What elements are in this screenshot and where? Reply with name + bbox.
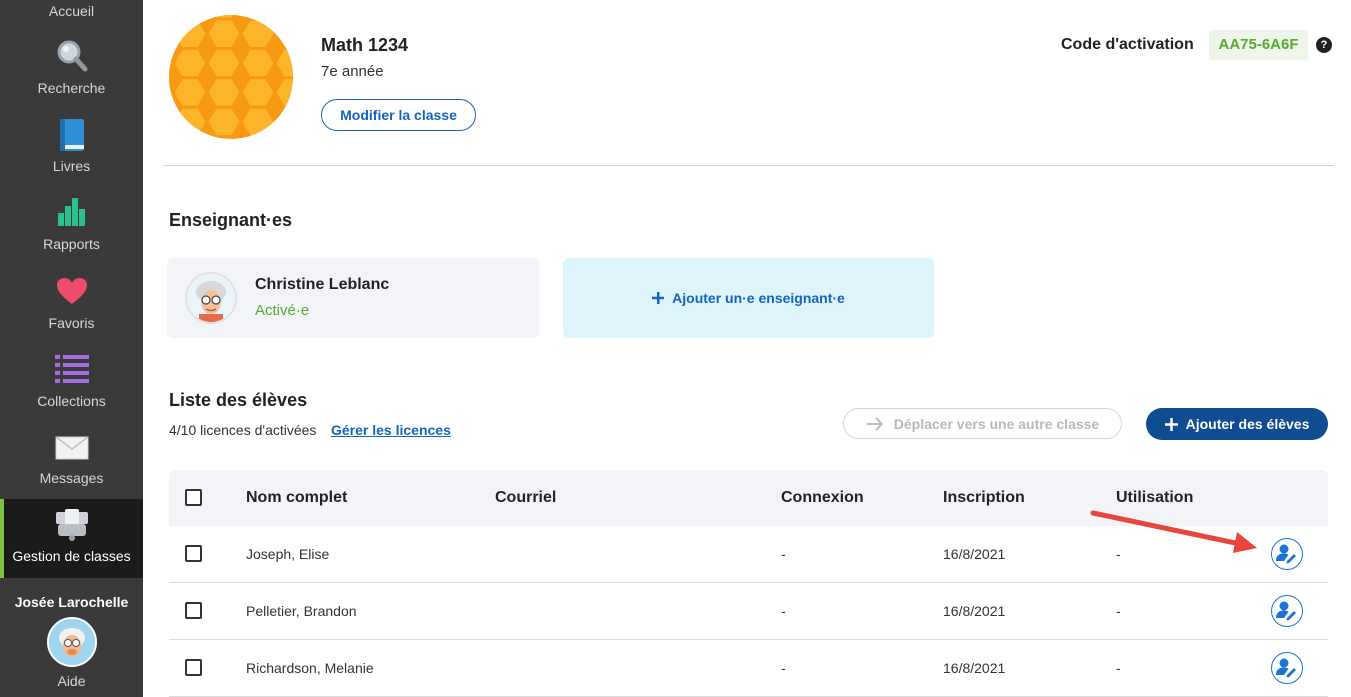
sidebar-item-messages[interactable]: Messages (0, 436, 143, 486)
move-label: Déplacer vers une autre classe (893, 415, 1100, 432)
avatar-icon (48, 619, 95, 665)
heart-icon (56, 278, 87, 304)
student-usage: - (1116, 603, 1121, 619)
sidebar-item-label: Recherche (37, 80, 106, 96)
class-management-icon (55, 509, 88, 541)
plus-icon (1164, 417, 1178, 431)
help-label[interactable]: Aide (0, 673, 143, 689)
sidebar: Accueil Recherche Livres Rapports Favori… (0, 0, 143, 697)
add-teacher-button[interactable]: Ajouter un·e enseignant·e (563, 258, 934, 338)
teachers-title: Enseignant·es (169, 210, 293, 230)
edit-student-button[interactable] (1271, 595, 1303, 627)
book-icon (59, 119, 84, 151)
table-row: Pelletier, Brandon - 16/8/2021 - (169, 583, 1328, 640)
student-signup: 16/8/2021 (943, 660, 1006, 676)
edit-user-icon (1276, 658, 1296, 678)
search-icon (57, 40, 87, 72)
column-header[interactable]: Nom complet (246, 489, 347, 507)
sidebar-item-accueil[interactable]: Accueil (0, 0, 143, 30)
teacher-card: Christine Leblanc Activé·e (167, 258, 539, 338)
bar-chart-icon (57, 198, 85, 226)
class-grade: 7e année (321, 63, 384, 80)
teacher-avatar (185, 272, 237, 324)
plus-icon (652, 292, 665, 304)
sidebar-item-recherche[interactable]: Recherche (0, 38, 143, 96)
sidebar-item-gestion-de-classes[interactable]: Gestion de classes (0, 499, 143, 578)
manage-licenses-link[interactable]: Gérer les licences (331, 422, 451, 438)
edit-user-icon (1276, 601, 1296, 621)
student-name: Pelletier, Brandon (246, 603, 357, 619)
edit-student-button[interactable] (1271, 652, 1303, 684)
sidebar-item-label: Messages (39, 470, 104, 486)
header-divider (163, 165, 1334, 166)
edit-user-icon (1276, 544, 1296, 564)
add-students-button[interactable]: Ajouter des élèves (1146, 408, 1328, 440)
sidebar-item-label: Gestion de classes (12, 548, 131, 564)
sidebar-item-label: Favoris (48, 315, 95, 331)
row-checkbox[interactable] (185, 602, 202, 619)
teacher-name: Christine Leblanc (255, 276, 390, 293)
select-all-checkbox[interactable] (185, 489, 202, 506)
student-login: - (781, 546, 786, 562)
column-header[interactable]: Connexion (781, 489, 864, 507)
move-to-class-button[interactable]: Déplacer vers une autre classe (843, 408, 1122, 439)
activation-code-value: AA75-6A6F (1209, 30, 1308, 60)
add-students-label: Ajouter des élèves (1185, 416, 1310, 432)
student-usage: - (1116, 660, 1121, 676)
help-icon[interactable]: ? (1316, 37, 1332, 53)
column-header[interactable]: Inscription (943, 489, 1025, 507)
student-name: Richardson, Melanie (246, 660, 374, 676)
sidebar-item-label: Rapports (43, 236, 100, 252)
sidebar-item-label: Livres (52, 158, 91, 174)
edit-class-button[interactable]: Modifier la classe (321, 99, 476, 131)
user-name: Josée Larochelle (14, 594, 129, 610)
student-signup: 16/8/2021 (943, 546, 1006, 562)
student-login: - (781, 660, 786, 676)
column-header[interactable]: Courriel (495, 489, 556, 507)
class-avatar (169, 15, 293, 139)
envelope-icon (55, 436, 88, 460)
list-icon (54, 355, 89, 383)
sidebar-item-livres[interactable]: Livres (0, 118, 143, 174)
user-block[interactable]: Josée Larochelle Aide (0, 578, 143, 697)
avatar-icon (187, 274, 235, 322)
sidebar-item-label: Accueil (48, 3, 95, 19)
honeycomb-icon (169, 15, 293, 139)
student-signup: 16/8/2021 (943, 603, 1006, 619)
arrow-right-icon (866, 416, 884, 431)
student-name: Joseph, Elise (246, 546, 330, 562)
table-row: Richardson, Melanie - 16/8/2021 - (169, 640, 1328, 697)
class-name: Math 1234 (321, 35, 409, 55)
user-avatar[interactable] (46, 617, 97, 667)
annotation-arrow (1090, 510, 1257, 553)
sidebar-item-label: Collections (37, 393, 106, 409)
add-teacher-label: Ajouter un·e enseignant·e (672, 290, 845, 306)
teacher-status: Activé·e (255, 302, 310, 319)
row-checkbox[interactable] (185, 659, 202, 676)
edit-student-button[interactable] (1271, 538, 1303, 570)
row-checkbox[interactable] (185, 545, 202, 562)
sidebar-item-rapports[interactable]: Rapports (0, 197, 143, 252)
students-title: Liste des élèves (169, 390, 308, 410)
sidebar-item-collections[interactable]: Collections (0, 354, 143, 409)
sidebar-item-favoris[interactable]: Favoris (0, 277, 143, 331)
licenses-count: 4/10 licences d'activées (169, 422, 317, 438)
activation-code-label: Code d'activation (1061, 36, 1194, 53)
student-login: - (781, 603, 786, 619)
